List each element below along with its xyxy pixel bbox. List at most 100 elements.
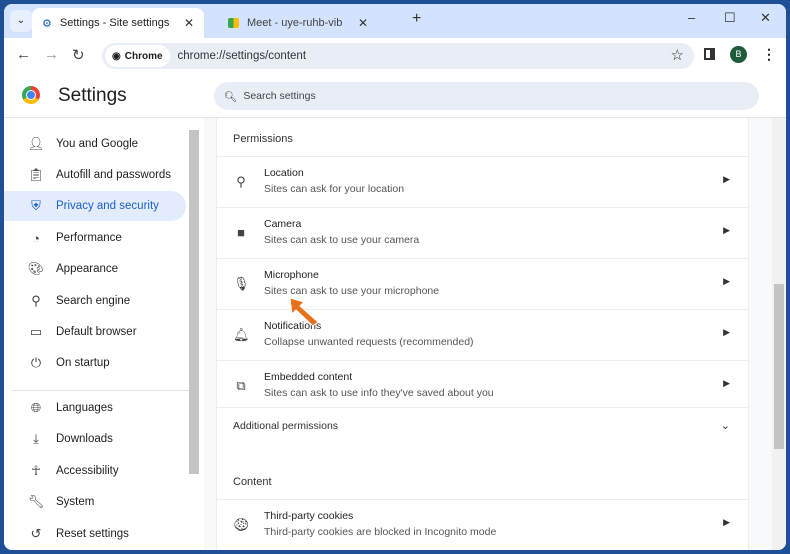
maximize-button[interactable]: ☐: [724, 10, 736, 26]
chevron-right-icon: ▶: [723, 517, 730, 527]
permission-row-embedded-content[interactable]: ⧉ Embedded content Sites can ask to use in…: [217, 360, 748, 411]
history-icon: ↺: [30, 526, 42, 541]
sidebar-item-label: Default browser: [56, 326, 137, 338]
row-title: Third-party cookies: [264, 510, 354, 522]
embedded-content-icon: ⧉: [236, 378, 246, 393]
permission-row-location[interactable]: ⚲ Location Sites can ask for your location…: [217, 156, 748, 207]
chevron-right-icon: ▶: [723, 225, 730, 235]
shield-icon: ⛨: [31, 198, 41, 213]
sidebar-item-label: Search engine: [56, 295, 131, 307]
sidebar-item-label: Accessibility: [56, 465, 119, 477]
sidebar-item-label: You and Google: [56, 138, 139, 150]
bookmark-star-icon[interactable]: ☆: [671, 46, 684, 64]
row-title: Location: [264, 167, 304, 179]
gear-icon: ⚙: [42, 17, 52, 30]
sidebar-scrollbar[interactable]: [189, 130, 199, 474]
sidebar-item-label: Autofill and passwords: [56, 169, 172, 181]
sidebar-item-label: Downloads: [56, 433, 113, 445]
tab-settings[interactable]: ⚙ Settings - Site settings ✕: [32, 8, 204, 38]
sidebar-item-label: Privacy and security: [56, 200, 159, 212]
chevron-down-icon: ⌄: [720, 420, 730, 432]
sidebar-item-autofill-and-passwords[interactable]: 📋︎ Autofill and passwords: [16, 160, 186, 190]
download-icon: ⤓: [33, 431, 39, 446]
search-placeholder: Search settings: [243, 90, 316, 102]
bell-icon: 🔔︎: [233, 327, 250, 342]
sidebar-item-label: System: [56, 496, 95, 508]
chip-label: Chrome: [124, 50, 163, 62]
row-title: Camera: [264, 218, 302, 230]
sidebar-item-downloads[interactable]: ⤓ Downloads: [16, 424, 186, 454]
chevron-right-icon: ▶: [723, 378, 730, 388]
gauge-icon: ◔: [32, 230, 40, 246]
sidebar-item-appearance[interactable]: 🎨︎ Appearance: [16, 254, 186, 284]
minimize-button[interactable]: –: [688, 10, 695, 25]
accessibility-icon: ☥: [31, 463, 41, 478]
orange-pointer-arrow-icon: [289, 297, 319, 327]
person-icon: 👤︎: [27, 136, 45, 151]
sidebar-item-privacy-and-security[interactable]: ⛨ Privacy and security: [4, 191, 186, 221]
search-icon: 🔍︎: [224, 90, 238, 103]
sidebar-item-reset-settings[interactable]: ↺ Reset settings: [16, 519, 186, 549]
wrench-icon: 🔧︎: [27, 494, 45, 509]
site-chip[interactable]: ◉ Chrome: [105, 45, 170, 67]
sidebar-item-label: Languages: [56, 402, 113, 414]
tab-title: Meet - uye-ruhb-vib: [247, 17, 343, 29]
more-menu-icon[interactable]: ⋮: [762, 46, 776, 63]
cookie-icon: 🍪︎: [233, 517, 250, 532]
sidebar: 👤︎ You and Google 📋︎ Autofill and passwords…: [4, 118, 204, 550]
sidebar-item-default-browser[interactable]: ▭ Default browser: [16, 317, 186, 347]
sidebar-item-on-startup[interactable]: ⏻ On startup: [16, 348, 186, 378]
sidebar-item-label: On startup: [56, 357, 110, 369]
browser-window: ⌄ ⚙ Settings - Site settings ✕ Meet - uy…: [4, 4, 786, 550]
row-title: Embedded content: [264, 371, 353, 383]
sidebar-item-label: Performance: [56, 232, 122, 244]
permissions-heading: Permissions: [233, 133, 293, 145]
sidebar-item-search-engine[interactable]: ⚲ Search engine: [16, 286, 186, 316]
main-content: Permissions Additional permissions ⌄ Con…: [204, 118, 786, 550]
chevron-right-icon: ▶: [723, 276, 730, 286]
clipboard-icon: 📋︎: [27, 167, 45, 182]
location-pin-icon: ⚲: [236, 174, 246, 189]
close-window-button[interactable]: ✕: [760, 10, 771, 26]
additional-permissions-toggle[interactable]: Additional permissions ⌄: [217, 407, 748, 445]
forward-button[interactable]: →: [44, 46, 59, 63]
sidebar-item-performance[interactable]: ◔ Performance: [16, 223, 186, 253]
sidebar-item-label: Appearance: [56, 263, 119, 275]
tab-strip: ⌄ ⚙ Settings - Site settings ✕ Meet - uy…: [4, 4, 786, 38]
row-subtitle: Sites can ask for your location: [264, 183, 405, 195]
sidebar-divider: [12, 390, 192, 391]
sidebar-item-you-and-google[interactable]: 👤︎ You and Google: [16, 129, 186, 159]
meet-icon: [228, 18, 239, 28]
search-input[interactable]: 🔍︎ Search settings: [214, 82, 759, 110]
row-subtitle: Collapse unwanted requests (recommended): [264, 336, 474, 348]
sidebar-item-label: Reset settings: [56, 528, 129, 540]
sidebar-item-languages[interactable]: 🌐︎ Languages: [16, 393, 186, 423]
sidebar-item-accessibility[interactable]: ☥ Accessibility: [16, 456, 186, 486]
new-tab-button[interactable]: +: [412, 10, 421, 28]
palette-icon: 🎨︎: [27, 261, 45, 276]
scrollbar-thumb[interactable]: [774, 284, 784, 449]
close-tab-icon[interactable]: ✕: [184, 16, 194, 30]
close-tab-icon[interactable]: ✕: [358, 16, 368, 30]
tab-search-dropdown[interactable]: ⌄: [10, 10, 32, 32]
toolbar: ← → ↻ ◉ Chrome chrome://settings/content …: [4, 38, 786, 72]
address-bar[interactable]: ◉ Chrome chrome://settings/content ☆: [102, 43, 694, 69]
microphone-icon: 🎙︎: [233, 276, 250, 291]
side-panel-icon[interactable]: [704, 48, 715, 60]
avatar[interactable]: B: [730, 46, 747, 63]
search-icon: ⚲: [31, 293, 41, 308]
chrome-icon: ◉: [112, 50, 121, 62]
sidebar-item-system[interactable]: 🔧︎ System: [16, 487, 186, 517]
settings-header: Settings 🔍︎ Search settings: [4, 72, 786, 118]
content-heading: Content: [233, 476, 272, 488]
back-button[interactable]: ←: [16, 46, 31, 63]
tab-meet[interactable]: Meet - uye-ruhb-vib ✕: [218, 8, 378, 38]
main-scrollbar[interactable]: [772, 118, 786, 550]
page-title: Settings: [58, 85, 127, 106]
permission-row-third-party-cookies[interactable]: 🍪︎ Third-party cookies Third-party cookies…: [217, 499, 748, 550]
url-text[interactable]: chrome://settings/content: [178, 50, 306, 62]
reload-button[interactable]: ↻: [72, 46, 85, 64]
permission-row-camera[interactable]: ■ Camera Sites can ask to use your camera ▶: [217, 207, 748, 258]
tab-title: Settings - Site settings: [59, 17, 170, 29]
additional-permissions-label: Additional permissions: [233, 420, 339, 432]
